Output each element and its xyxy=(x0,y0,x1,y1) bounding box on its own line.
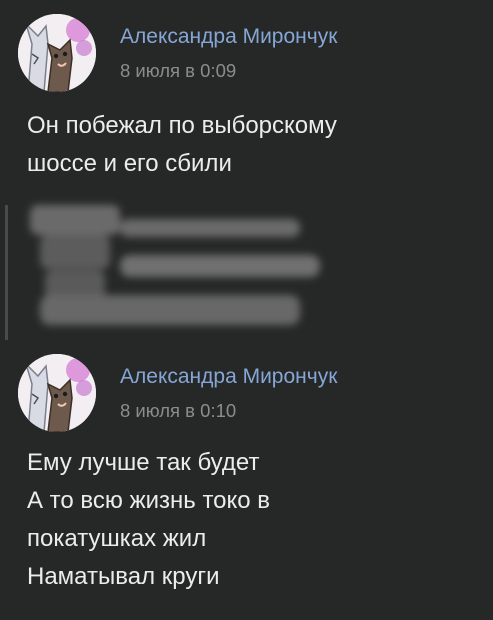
avatar[interactable] xyxy=(18,14,96,92)
cat-character-avatar-icon xyxy=(18,14,96,92)
quote-divider xyxy=(5,205,8,340)
cat-character-avatar-icon xyxy=(18,354,96,432)
comment-text-line: Он побежал по выборскому xyxy=(27,112,337,139)
avatar[interactable] xyxy=(18,354,96,432)
comment-text: Ему лучше так будет А то всю жизнь токо … xyxy=(27,444,270,596)
comment-text-line: покатушках жил xyxy=(27,525,207,552)
comment-text-line: А то всю жизнь токо в xyxy=(27,487,271,514)
comment-text: Он побежал по выборскому шоссе и его сби… xyxy=(27,107,337,183)
author-link[interactable]: Александра Мирончук xyxy=(120,25,337,49)
comment-text-line: Наматывал круги xyxy=(27,563,220,590)
author-link[interactable]: Александра Мирончук xyxy=(120,365,337,389)
comment-text-line: Ему лучше так будет xyxy=(27,449,260,476)
post-date[interactable]: 8 июля в 0:10 xyxy=(120,400,236,422)
comment-text-line: шоссе и его сбили xyxy=(27,150,232,177)
redacted-quote-block xyxy=(30,205,320,325)
post-date[interactable]: 8 июля в 0:09 xyxy=(120,60,236,82)
